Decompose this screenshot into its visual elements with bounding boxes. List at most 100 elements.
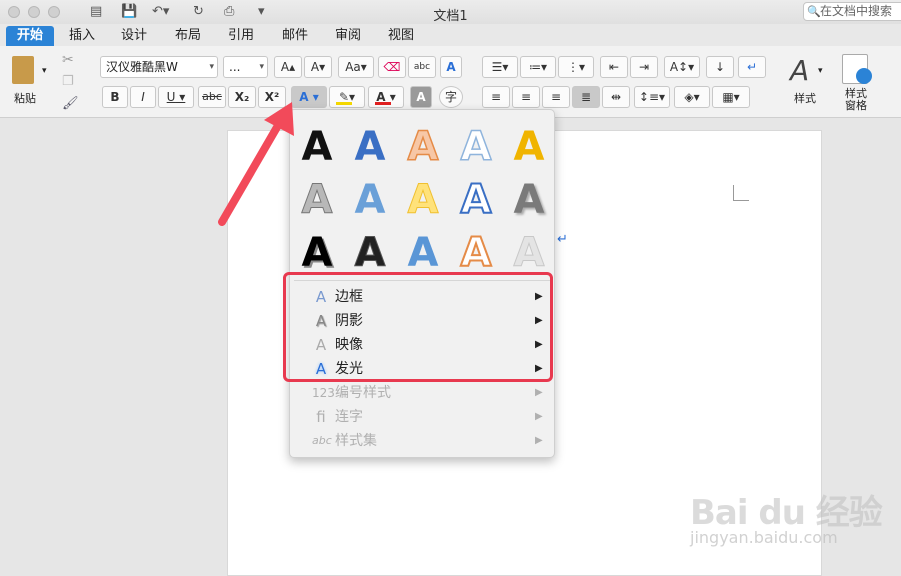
align-right-button[interactable]: ≡ bbox=[542, 86, 570, 108]
enclose-characters-button[interactable]: 字 bbox=[439, 86, 463, 108]
line-spacing-icon: ↕≡▾ bbox=[638, 90, 666, 104]
text-effect-style[interactable]: A bbox=[451, 228, 501, 278]
search-icon: 🔍 bbox=[807, 5, 821, 18]
borders-icon: ▦▾ bbox=[722, 90, 740, 104]
font-name-value: 汉仪雅酷黑W bbox=[106, 60, 178, 74]
copy-icon[interactable]: ❐ bbox=[62, 74, 74, 89]
font-name-select[interactable]: 汉仪雅酷黑W ▾ bbox=[100, 56, 218, 78]
font-color-swatch bbox=[375, 102, 391, 105]
ligature-icon: ﬁ bbox=[316, 408, 326, 426]
watermark-logo: Bai du 经验 bbox=[690, 493, 883, 533]
text-effect-style[interactable]: A bbox=[398, 175, 448, 225]
font-size-select[interactable]: ... ▾ bbox=[223, 56, 268, 78]
font-color-button[interactable]: A ▾ bbox=[368, 86, 404, 108]
text-effect-style[interactable]: A bbox=[345, 122, 395, 172]
sort-direction-button[interactable]: A↕▾ bbox=[664, 56, 700, 78]
shrink-font-button[interactable]: A▾ bbox=[304, 56, 332, 78]
line-spacing-button[interactable]: ↕≡▾ bbox=[634, 86, 670, 108]
text-effect-style[interactable]: A bbox=[345, 175, 395, 225]
align-left-button[interactable]: ≡ bbox=[482, 86, 510, 108]
distributed-icon: ⇹ bbox=[610, 90, 622, 104]
text-effect-style[interactable]: A bbox=[504, 122, 554, 172]
text-effect-style[interactable]: A bbox=[292, 228, 342, 278]
menu-item-stylistic-set: abc 样式集 ▶ bbox=[290, 429, 556, 453]
text-effects-icon: A bbox=[299, 90, 309, 104]
tab-mailings[interactable]: 邮件 bbox=[273, 26, 317, 46]
tab-references[interactable]: 引用 bbox=[219, 26, 263, 46]
sort-button[interactable]: ↓ bbox=[706, 56, 734, 78]
paste-label: 粘贴 bbox=[14, 92, 36, 105]
numbering-icon: ≔▾ bbox=[528, 60, 548, 74]
stylistic-set-icon: abc bbox=[312, 434, 332, 447]
paste-button[interactable]: ▾ 粘贴 bbox=[8, 54, 48, 105]
font-size-value: ... bbox=[229, 60, 241, 74]
highlight-color-button[interactable]: ✎▾ bbox=[329, 86, 365, 108]
tab-design[interactable]: 设计 bbox=[112, 26, 156, 46]
bullets-icon: ☰▾ bbox=[491, 60, 509, 74]
annotation-highlight-box bbox=[283, 272, 553, 382]
styles-button[interactable]: A ▾ 样式 bbox=[784, 52, 826, 112]
paragraph-mark-icon: ↵ bbox=[557, 232, 568, 247]
increase-indent-button[interactable]: ⇥ bbox=[630, 56, 658, 78]
show-marks-button[interactable]: ↵ bbox=[738, 56, 766, 78]
multilevel-list-button[interactable]: ⋮▾ bbox=[558, 56, 594, 78]
styles-icon: A bbox=[790, 54, 810, 87]
eraser-icon: ⌫ bbox=[383, 60, 401, 74]
character-border-button[interactable]: A bbox=[440, 56, 462, 78]
grow-font-button[interactable]: A▴ bbox=[274, 56, 302, 78]
text-effect-style[interactable]: A bbox=[504, 175, 554, 225]
styles-pane-label: 样式 窗格 bbox=[845, 87, 867, 112]
tab-insert[interactable]: 插入 bbox=[60, 26, 104, 46]
title-bar: ▤ 💾 ↶▾ ↻ ⎙ ▾ 文档1 🔍 在文档中搜索 bbox=[0, 0, 901, 24]
tab-layout[interactable]: 布局 bbox=[166, 26, 210, 46]
text-effect-style[interactable]: A bbox=[504, 228, 554, 278]
justify-icon: ≣ bbox=[580, 90, 592, 104]
underline-label: U bbox=[166, 90, 176, 104]
numbering-button[interactable]: ≔▾ bbox=[520, 56, 556, 78]
tab-home[interactable]: 开始 bbox=[6, 26, 54, 46]
justify-button[interactable]: ≣ bbox=[572, 86, 600, 108]
text-effect-style[interactable]: A bbox=[398, 122, 448, 172]
paste-dropdown-icon[interactable]: ▾ bbox=[42, 66, 47, 76]
enclose-characters-icon: 字 bbox=[444, 90, 457, 104]
character-border-icon: A bbox=[446, 60, 456, 74]
phonetic-guide-button[interactable]: abc bbox=[408, 56, 436, 78]
distributed-button[interactable]: ⇹ bbox=[602, 86, 630, 108]
text-effect-style[interactable]: A bbox=[398, 228, 448, 278]
change-case-button[interactable]: Aa▾ bbox=[338, 56, 374, 78]
submenu-arrow-icon: ▶ bbox=[535, 411, 543, 422]
decrease-indent-icon: ⇤ bbox=[608, 60, 620, 74]
document-title: 文档1 bbox=[433, 9, 468, 24]
align-right-icon: ≡ bbox=[550, 90, 562, 104]
cut-icon[interactable]: ✂ bbox=[62, 52, 74, 68]
shrink-font-icon: A▾ bbox=[310, 60, 326, 74]
text-effect-style[interactable]: A bbox=[451, 122, 501, 172]
tab-view[interactable]: 视图 bbox=[379, 26, 423, 46]
tab-review[interactable]: 审阅 bbox=[326, 26, 370, 46]
borders-button[interactable]: ▦▾ bbox=[712, 86, 750, 108]
bullets-button[interactable]: ☰▾ bbox=[482, 56, 518, 78]
character-shading-icon: A bbox=[416, 90, 426, 104]
ribbon-tabs: 开始 插入 设计 布局 引用 邮件 审阅 视图 bbox=[0, 24, 901, 46]
align-center-icon: ≡ bbox=[520, 90, 532, 104]
chevron-down-icon: ▾ bbox=[209, 62, 214, 72]
styles-pane-button[interactable]: 样式 窗格 bbox=[836, 52, 876, 116]
bold-button[interactable]: B bbox=[102, 86, 128, 108]
direction-icon: A↕▾ bbox=[669, 60, 695, 74]
format-painter-icon[interactable]: 🖌 bbox=[62, 96, 79, 111]
decrease-indent-button[interactable]: ⇤ bbox=[600, 56, 628, 78]
menu-item-label: 样式集 bbox=[335, 433, 377, 449]
search-input[interactable]: 🔍 在文档中搜索 bbox=[803, 2, 901, 21]
character-shading-button[interactable]: A bbox=[410, 86, 432, 108]
clear-formatting-button[interactable]: ⌫ bbox=[378, 56, 406, 78]
menu-item-label: 编号样式 bbox=[335, 385, 391, 401]
shading-button[interactable]: ◈▾ bbox=[674, 86, 710, 108]
chevron-down-icon: ▾ bbox=[259, 62, 264, 72]
underline-button[interactable]: U ▾ bbox=[158, 86, 194, 108]
text-effect-style[interactable]: A bbox=[451, 175, 501, 225]
chevron-down-icon: ▾ bbox=[818, 66, 823, 76]
align-center-button[interactable]: ≡ bbox=[512, 86, 540, 108]
text-effect-style[interactable]: A bbox=[345, 228, 395, 278]
align-left-icon: ≡ bbox=[490, 90, 502, 104]
italic-button[interactable]: I bbox=[130, 86, 156, 108]
